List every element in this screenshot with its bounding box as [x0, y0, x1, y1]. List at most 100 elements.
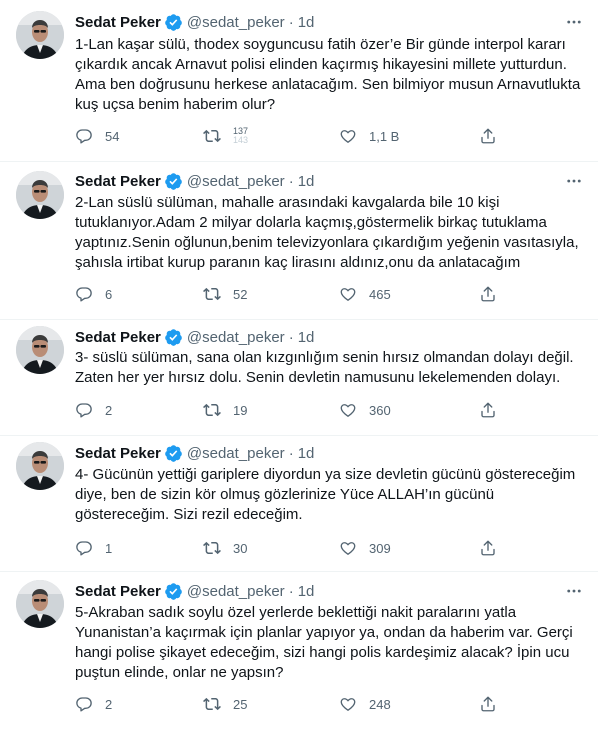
retweet-count: 137 143	[233, 127, 248, 145]
reply-icon	[75, 401, 93, 419]
avatar[interactable]	[16, 171, 64, 219]
heart-icon	[339, 695, 357, 713]
timestamp[interactable]: 1d	[298, 583, 315, 600]
like-button[interactable]: 309	[339, 538, 391, 558]
timestamp[interactable]: 1d	[298, 445, 315, 462]
avatar[interactable]	[16, 580, 64, 628]
tweet[interactable]: Sedat Peker @sedat_peker · 1d 5-Akraban …	[0, 572, 598, 730]
reply-button[interactable]: 1	[75, 538, 112, 558]
timestamp[interactable]: 1d	[298, 173, 315, 190]
retweet-count: 52	[233, 286, 248, 302]
tweet-actions: 54 137 143 1,1 B	[75, 126, 505, 146]
timestamp[interactable]: 1d	[298, 329, 315, 346]
tweet-actions: 2 25 248	[75, 694, 505, 714]
like-count: 360	[369, 402, 391, 418]
reply-button[interactable]: 2	[75, 694, 112, 714]
tweet-header: Sedat Peker @sedat_peker · 1d	[75, 11, 314, 33]
like-count: 465	[369, 286, 391, 302]
like-count: 248	[369, 696, 391, 712]
like-button[interactable]: 360	[339, 400, 391, 420]
reply-button[interactable]: 54	[75, 126, 119, 146]
share-icon	[479, 127, 497, 145]
tweet-header: Sedat Peker @sedat_peker · 1d	[75, 326, 314, 348]
share-icon	[479, 285, 497, 303]
share-button[interactable]	[479, 126, 497, 146]
retweet-icon	[203, 401, 221, 419]
tweet-header: Sedat Peker @sedat_peker · 1d	[75, 580, 314, 602]
verified-badge-icon	[164, 444, 183, 463]
reply-count: 1	[105, 540, 113, 556]
user-handle[interactable]: @sedat_peker	[187, 445, 285, 462]
tweet-text: 5-Akraban sadık soylu özel yerlerde bekl…	[75, 604, 577, 681]
share-icon	[479, 539, 497, 557]
tweet-text: 3- süslü sülüman, sana olan kızgınlığım …	[75, 349, 578, 386]
more-horizontal-icon[interactable]	[562, 12, 586, 32]
share-button[interactable]	[479, 400, 497, 420]
tweet-actions: 6 52 465	[75, 284, 505, 304]
tweet-actions: 1 30 309	[75, 538, 505, 558]
avatar[interactable]	[16, 11, 64, 59]
tweet[interactable]: Sedat Peker @sedat_peker · 1d 3- süslü s…	[0, 320, 598, 436]
tweet-actions: 2 19 360	[75, 400, 505, 420]
separator-dot: ·	[288, 328, 294, 346]
retweet-button[interactable]: 19	[203, 400, 247, 420]
reply-button[interactable]: 6	[75, 284, 112, 304]
retweet-button[interactable]: 52	[203, 284, 247, 304]
retweet-count: 30	[233, 540, 248, 556]
tweet-text: 4- Gücünün yettiği gariplere diyordun ya…	[75, 466, 580, 523]
avatar[interactable]	[16, 442, 64, 490]
share-button[interactable]	[479, 538, 497, 558]
timestamp[interactable]: 1d	[298, 14, 315, 31]
separator-dot: ·	[288, 172, 294, 190]
more-horizontal-icon[interactable]	[562, 171, 586, 191]
like-count: 1,1 B	[369, 128, 400, 144]
heart-icon	[339, 539, 357, 557]
user-handle[interactable]: @sedat_peker	[187, 329, 285, 346]
verified-badge-icon	[164, 328, 183, 347]
share-button[interactable]	[479, 284, 497, 304]
display-name[interactable]: Sedat Peker	[75, 329, 161, 346]
avatar[interactable]	[16, 326, 64, 374]
retweet-button[interactable]: 30	[203, 538, 247, 558]
more-horizontal-icon[interactable]	[562, 581, 586, 601]
user-handle[interactable]: @sedat_peker	[187, 583, 285, 600]
heart-icon	[339, 401, 357, 419]
like-button[interactable]: 465	[339, 284, 391, 304]
tweet[interactable]: Sedat Peker @sedat_peker · 1d 1-Lan kaşa…	[0, 0, 598, 162]
display-name[interactable]: Sedat Peker	[75, 445, 161, 462]
separator-dot: ·	[288, 582, 294, 600]
reply-count: 2	[105, 402, 113, 418]
verified-badge-icon	[164, 172, 183, 191]
retweet-count: 25	[233, 696, 248, 712]
tweet-text: 2-Lan süslü sülüman, mahalle arasındaki …	[75, 194, 583, 271]
display-name[interactable]: Sedat Peker	[75, 583, 161, 600]
user-handle[interactable]: @sedat_peker	[187, 14, 285, 31]
retweet-count: 19	[233, 402, 248, 418]
reply-icon	[75, 127, 93, 145]
retweet-icon	[203, 695, 221, 713]
tweet[interactable]: Sedat Peker @sedat_peker · 1d 4- Gücünün…	[0, 436, 598, 572]
retweet-icon	[203, 539, 221, 557]
tweet-text: 1-Lan kaşar sülü, thodex soyguncusu fati…	[75, 36, 585, 113]
tweet-header: Sedat Peker @sedat_peker · 1d	[75, 170, 314, 192]
tweet[interactable]: Sedat Peker @sedat_peker · 1d 2-Lan süsl…	[0, 162, 598, 320]
like-button[interactable]: 248	[339, 694, 391, 714]
retweet-icon	[203, 127, 221, 145]
reply-icon	[75, 285, 93, 303]
user-handle[interactable]: @sedat_peker	[187, 173, 285, 190]
heart-icon	[339, 127, 357, 145]
tweet-header: Sedat Peker @sedat_peker · 1d	[75, 442, 314, 464]
separator-dot: ·	[288, 13, 294, 31]
retweet-count-next: 143	[233, 135, 249, 145]
reply-icon	[75, 539, 93, 557]
reply-icon	[75, 695, 93, 713]
retweet-button[interactable]: 25	[203, 694, 247, 714]
display-name[interactable]: Sedat Peker	[75, 173, 161, 190]
like-button[interactable]: 1,1 B	[339, 126, 399, 146]
display-name[interactable]: Sedat Peker	[75, 14, 161, 31]
reply-button[interactable]: 2	[75, 400, 112, 420]
retweet-button[interactable]: 137 143	[203, 126, 248, 146]
separator-dot: ·	[288, 444, 294, 462]
share-button[interactable]	[479, 694, 497, 714]
share-icon	[479, 695, 497, 713]
